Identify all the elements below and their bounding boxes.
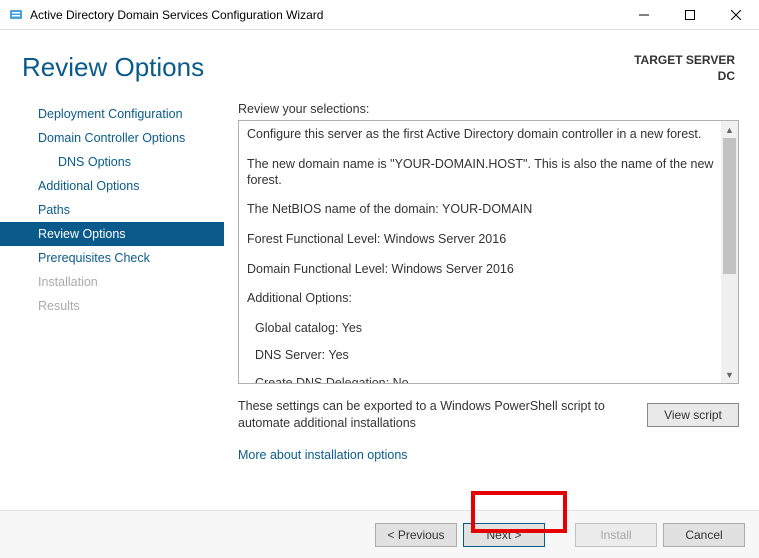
nav-installation: Installation [0, 270, 224, 294]
target-server-block: TARGET SERVER DC [634, 52, 735, 84]
review-line: Forest Functional Level: Windows Server … [247, 232, 715, 248]
review-line: Additional Options: [247, 291, 715, 307]
cancel-button[interactable]: Cancel [663, 523, 745, 547]
scroll-down-icon[interactable]: ▼ [721, 366, 738, 383]
nav-dns-options[interactable]: DNS Options [0, 150, 224, 174]
nav-prerequisites-check[interactable]: Prerequisites Check [0, 246, 224, 270]
view-script-button[interactable]: View script [647, 403, 739, 427]
next-button[interactable]: Next > [463, 523, 545, 547]
app-icon [8, 7, 24, 23]
nav-paths[interactable]: Paths [0, 198, 224, 222]
previous-button[interactable]: < Previous [375, 523, 457, 547]
scroll-up-icon[interactable]: ▲ [721, 121, 738, 138]
review-selections-text: Configure this server as the first Activ… [239, 121, 721, 383]
review-line: Domain Functional Level: Windows Server … [247, 262, 715, 278]
scroll-thumb[interactable] [723, 138, 736, 274]
wizard-footer: < Previous Next > Install Cancel [0, 510, 759, 558]
wizard-nav: Deployment Configuration Domain Controll… [0, 92, 224, 462]
more-about-installation-link[interactable]: More about installation options [238, 448, 408, 462]
window-title: Active Directory Domain Services Configu… [30, 8, 621, 22]
page-title: Review Options [22, 52, 634, 83]
wizard-header: Review Options TARGET SERVER DC [0, 30, 759, 92]
review-selections-box: Configure this server as the first Activ… [238, 120, 739, 384]
install-button: Install [575, 523, 657, 547]
review-line: Configure this server as the first Activ… [247, 127, 715, 143]
review-subline: Create DNS Delegation: No [247, 376, 715, 383]
nav-additional-options[interactable]: Additional Options [0, 174, 224, 198]
scrollbar[interactable]: ▲ ▼ [721, 121, 738, 383]
nav-deployment-configuration[interactable]: Deployment Configuration [0, 102, 224, 126]
target-server-value: DC [634, 68, 735, 84]
title-bar: Active Directory Domain Services Configu… [0, 0, 759, 30]
export-settings-text: These settings can be exported to a Wind… [238, 398, 647, 432]
review-line: The NetBIOS name of the domain: YOUR-DOM… [247, 202, 715, 218]
review-subline: DNS Server: Yes [247, 348, 715, 364]
review-line: The new domain name is "YOUR-DOMAIN.HOST… [247, 157, 715, 188]
nav-domain-controller-options[interactable]: Domain Controller Options [0, 126, 224, 150]
review-selections-label: Review your selections: [238, 102, 739, 116]
minimize-button[interactable] [621, 0, 667, 29]
target-server-label: TARGET SERVER [634, 52, 735, 68]
review-subline: Global catalog: Yes [247, 321, 715, 337]
nav-results: Results [0, 294, 224, 318]
close-button[interactable] [713, 0, 759, 29]
nav-review-options[interactable]: Review Options [0, 222, 224, 246]
maximize-button[interactable] [667, 0, 713, 29]
